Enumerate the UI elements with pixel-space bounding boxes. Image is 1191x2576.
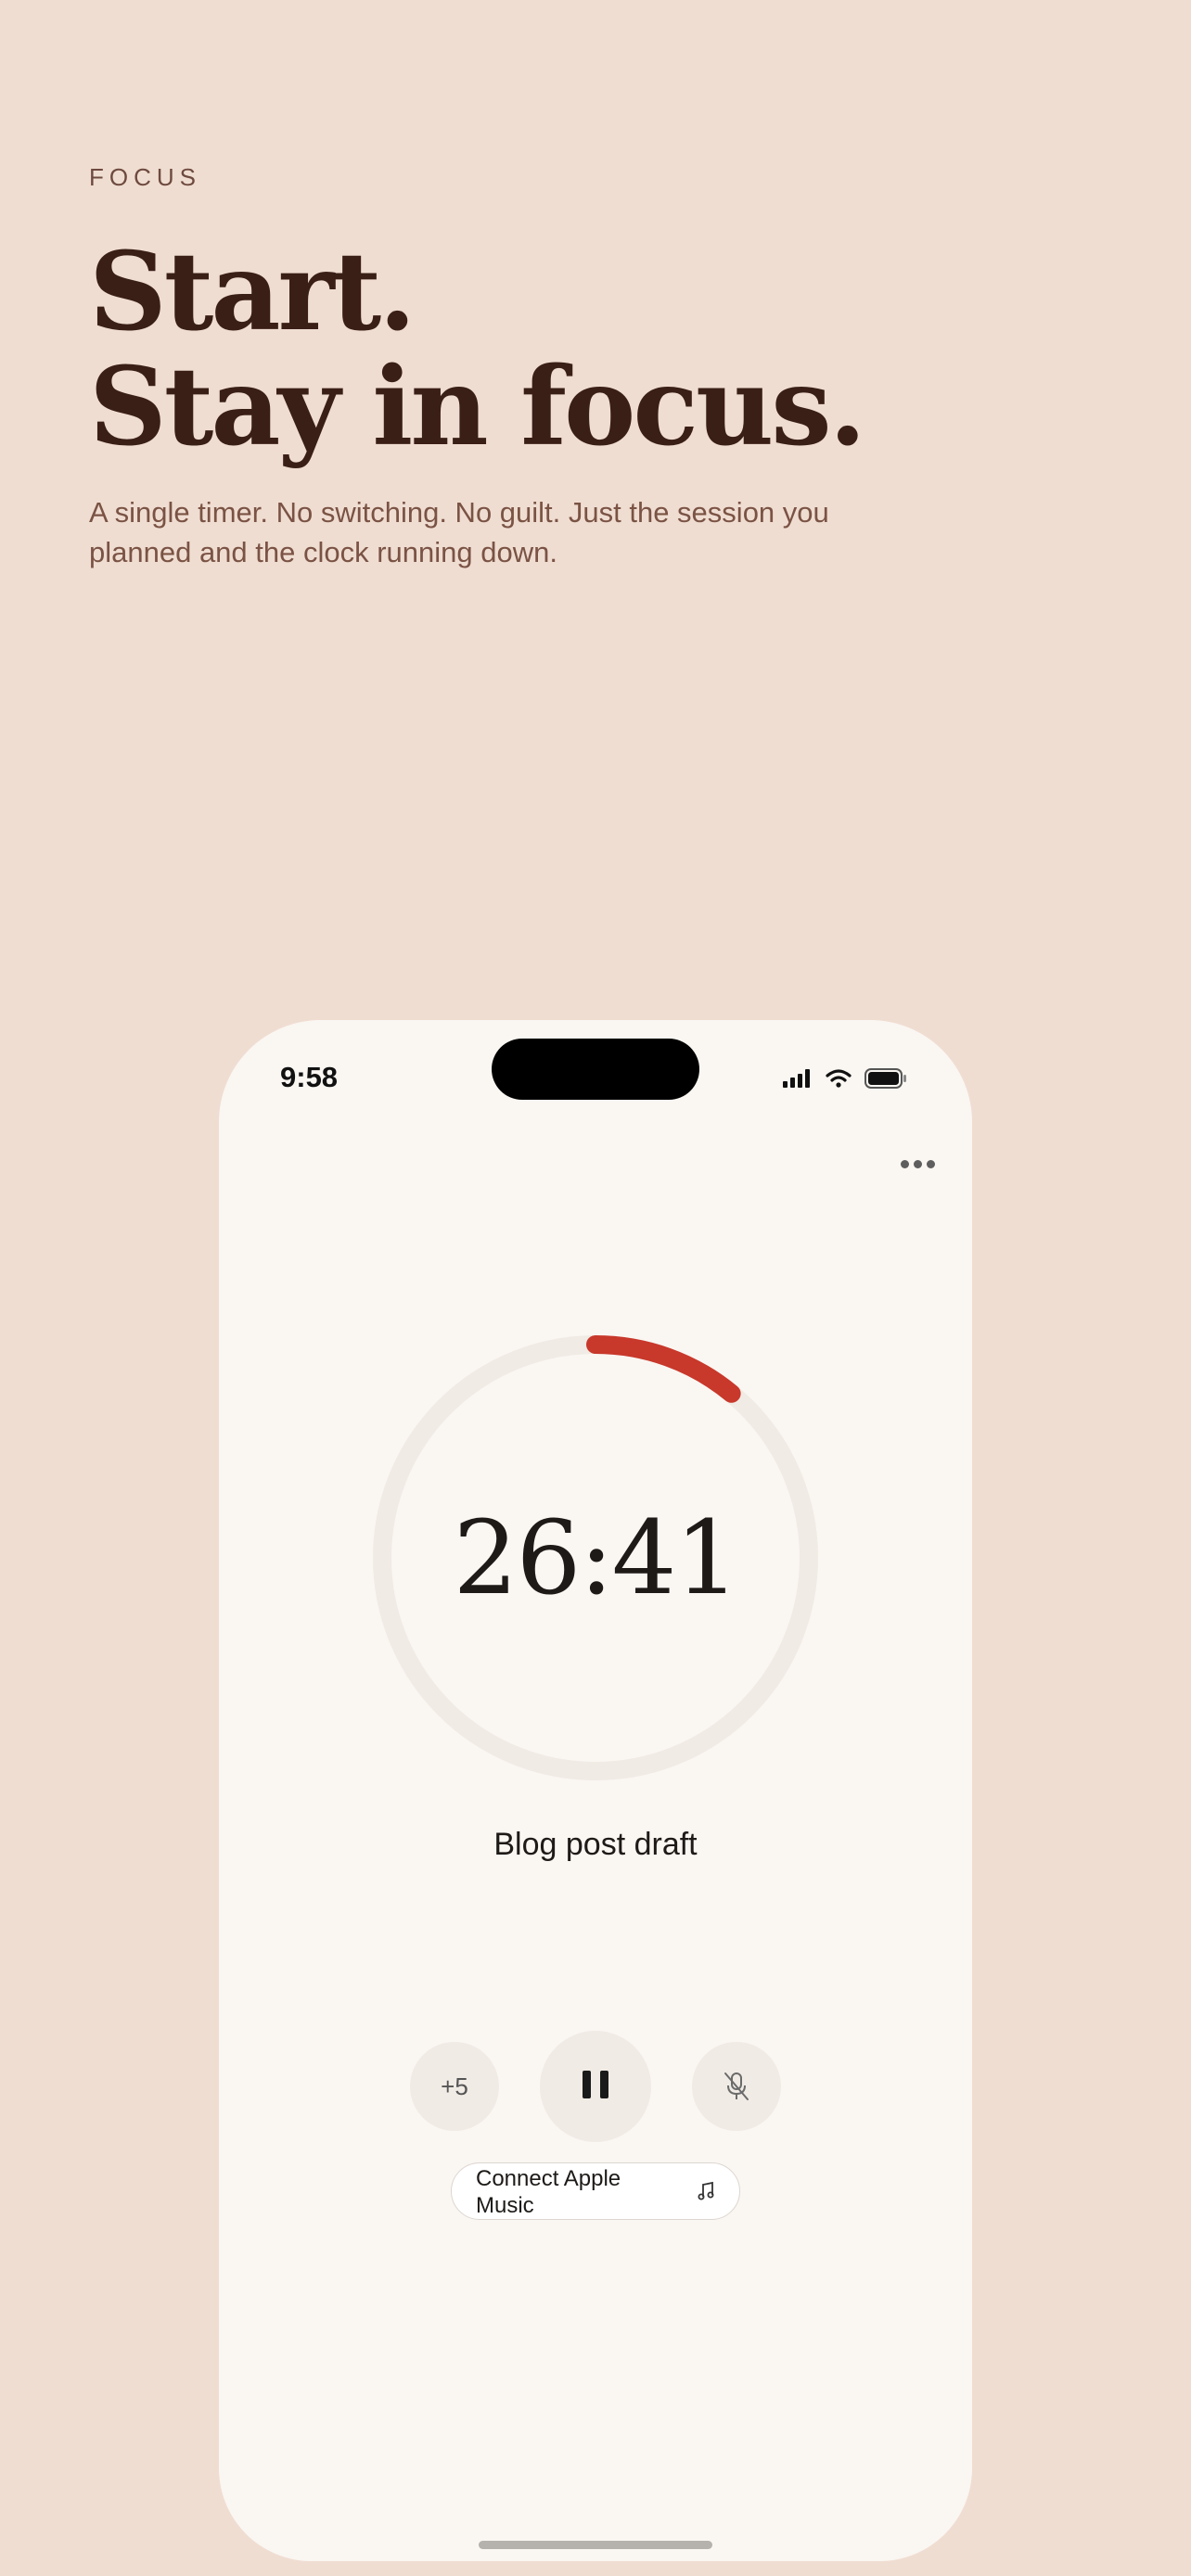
pause-icon bbox=[578, 2070, 613, 2103]
timer-ring: 26:41 bbox=[373, 1335, 818, 1780]
dynamic-island bbox=[492, 1039, 699, 1100]
music-note-icon bbox=[698, 2181, 714, 2200]
pause-button[interactable] bbox=[540, 2031, 651, 2142]
timer-controls: +5 bbox=[219, 2031, 972, 2142]
eyebrow-label: FOCUS bbox=[89, 163, 201, 191]
more-options-button[interactable] bbox=[896, 1150, 939, 1178]
timer-display: 26:41 bbox=[453, 1498, 739, 1617]
microphone-off-icon bbox=[724, 2072, 749, 2100]
battery-icon bbox=[864, 1068, 906, 1089]
add-five-minutes-button[interactable]: +5 bbox=[410, 2042, 499, 2131]
headline-line-1: Start. bbox=[89, 229, 416, 355]
more-horizontal-icon-dot bbox=[926, 1159, 935, 1168]
hero-section: FOCUS Start. Stay in focus. A single tim… bbox=[89, 163, 1109, 572]
headline: Start. Stay in focus. bbox=[89, 235, 1109, 465]
status-icons bbox=[783, 1068, 907, 1089]
mute-button[interactable] bbox=[692, 2042, 781, 2131]
connect-apple-music-button[interactable]: Connect Apple Music bbox=[451, 2162, 740, 2220]
home-indicator[interactable] bbox=[479, 2541, 712, 2549]
connect-apple-music-label: Connect Apple Music bbox=[476, 2166, 621, 2218]
wifi-icon bbox=[826, 1069, 852, 1088]
hero-subcopy: A single timer. No switching. No guilt. … bbox=[89, 496, 829, 568]
more-horizontal-icon-dot bbox=[900, 1159, 909, 1168]
more-horizontal-icon-dot bbox=[913, 1159, 922, 1168]
phone-mockup: 9:58 26:41 Blog post draft +5 Connect Ap… bbox=[219, 1020, 972, 2561]
cellular-signal-icon bbox=[783, 1069, 810, 1088]
task-title[interactable]: Blog post draft bbox=[219, 1827, 972, 1863]
status-time: 9:58 bbox=[280, 1061, 339, 1093]
headline-line-2: Stay in focus. bbox=[89, 344, 866, 470]
